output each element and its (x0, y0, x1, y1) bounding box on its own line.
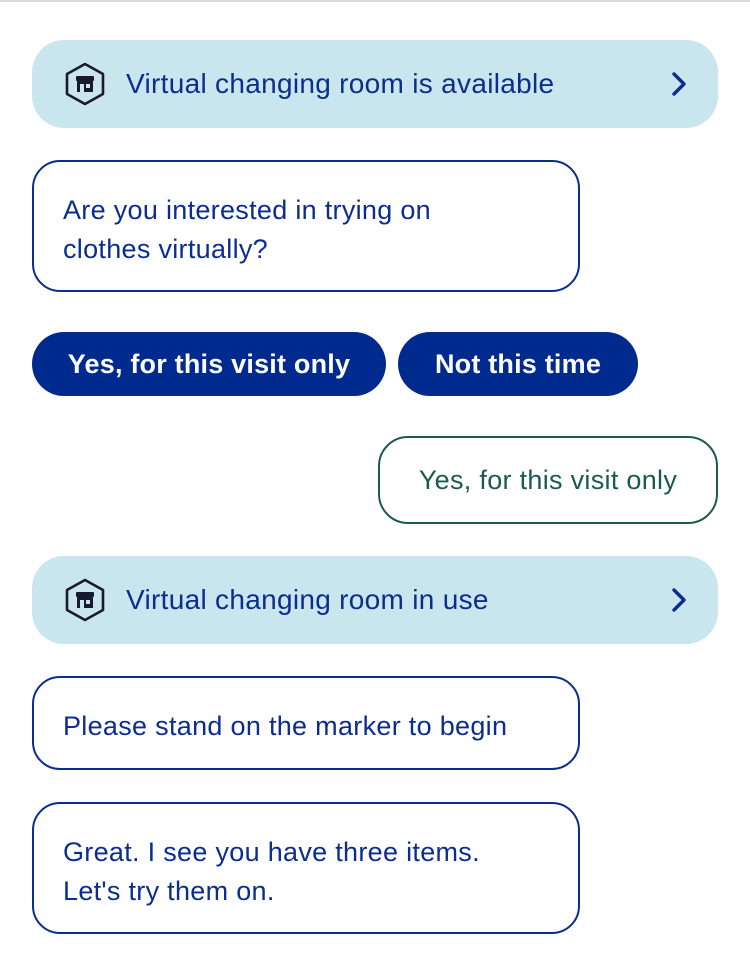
store-icon (62, 61, 108, 107)
message-line: Please stand on the marker to begin (63, 711, 508, 741)
message-line: Great. I see you have three items. (63, 837, 480, 867)
message-line: Are you interested in trying on (63, 195, 431, 225)
status-card-room-in-use[interactable]: Virtual changing room in use (32, 556, 718, 644)
status-card-room-available[interactable]: Virtual changing room is available (32, 40, 718, 128)
quick-reply-not-this-time-button[interactable]: Not this time (398, 332, 638, 396)
bot-message-interest: Are you interested in trying on clothes … (32, 160, 580, 292)
bot-message-three-items: Great. I see you have three items. Let's… (32, 802, 580, 934)
quick-reply-yes-button[interactable]: Yes, for this visit only (32, 332, 386, 396)
chevron-right-icon[interactable] (668, 70, 690, 98)
store-icon (62, 577, 108, 623)
message-line: Let's try them on. (63, 876, 275, 906)
user-message-bubble: Yes, for this visit only (378, 436, 718, 524)
status-label: Virtual changing room is available (126, 68, 555, 99)
bot-message-stand-on-marker: Please stand on the marker to begin (32, 676, 580, 770)
top-divider (0, 0, 750, 2)
user-message-text: Yes, for this visit only (418, 464, 678, 495)
status-label: Virtual changing room in use (126, 584, 489, 615)
message-line: clothes virtually? (63, 234, 268, 264)
chevron-right-icon[interactable] (668, 586, 690, 614)
